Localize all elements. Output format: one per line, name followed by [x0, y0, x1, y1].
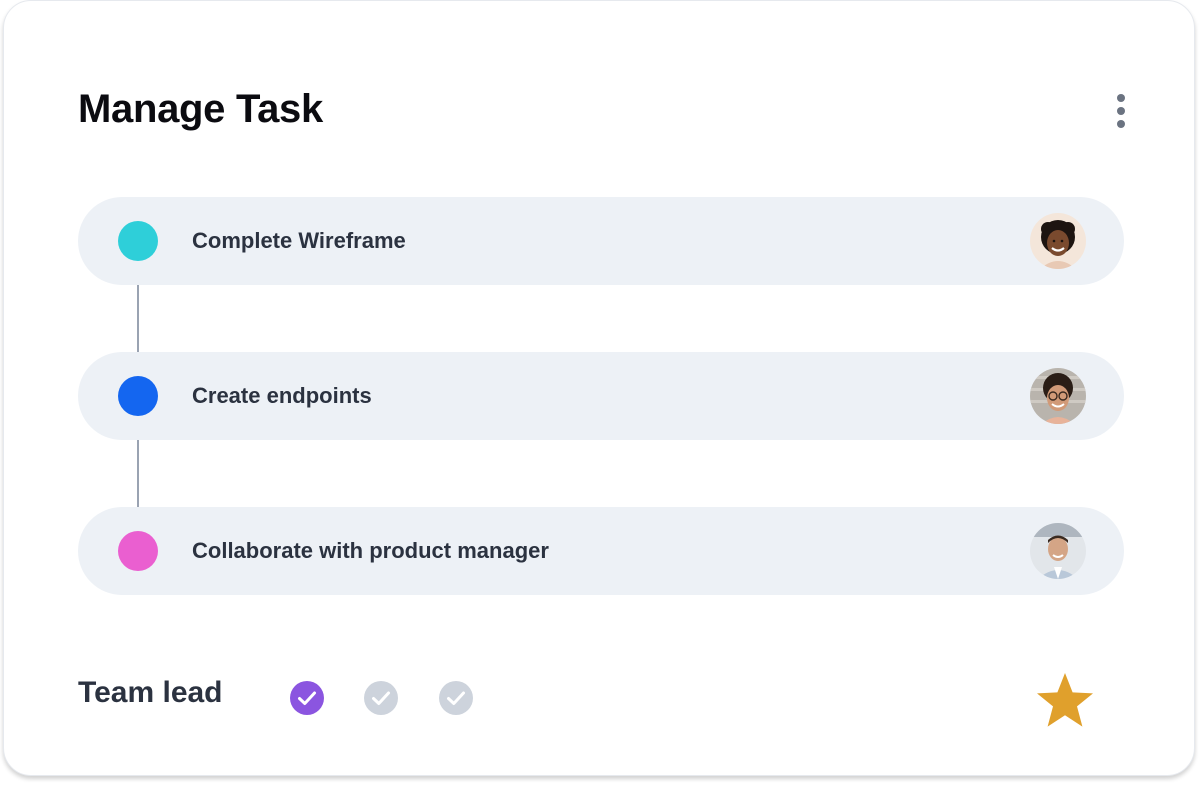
check-circle-icon[interactable]	[364, 681, 398, 715]
assignee-avatar[interactable]	[1030, 213, 1086, 269]
task-status-dot	[118, 221, 158, 261]
task-item-create-endpoints[interactable]: Create endpoints	[78, 352, 1124, 440]
task-status-dot	[118, 376, 158, 416]
team-lead-label: Team lead	[78, 676, 223, 709]
task-item-complete-wireframe[interactable]: Complete Wireframe	[78, 197, 1124, 285]
more-vertical-icon	[1117, 94, 1125, 102]
task-label: Create endpoints	[192, 383, 372, 408]
assignee-avatar[interactable]	[1030, 368, 1086, 424]
manage-task-card: Manage Task Complete Wireframe Create en…	[3, 0, 1195, 776]
card-title: Manage Task	[78, 87, 323, 131]
task-item-collaborate-product-manager[interactable]: Collaborate with product manager	[78, 507, 1124, 595]
assignee-avatar[interactable]	[1030, 523, 1086, 579]
more-vertical-icon-dot	[1117, 120, 1125, 128]
check-circle-icon[interactable]	[290, 681, 324, 715]
more-options-button[interactable]	[1106, 89, 1136, 133]
task-label: Collaborate with product manager	[192, 538, 549, 563]
check-circle-icon[interactable]	[439, 681, 473, 715]
more-vertical-icon-dot	[1117, 107, 1125, 115]
star-icon[interactable]	[1035, 671, 1095, 729]
task-label: Complete Wireframe	[192, 228, 406, 253]
task-status-dot	[118, 531, 158, 571]
